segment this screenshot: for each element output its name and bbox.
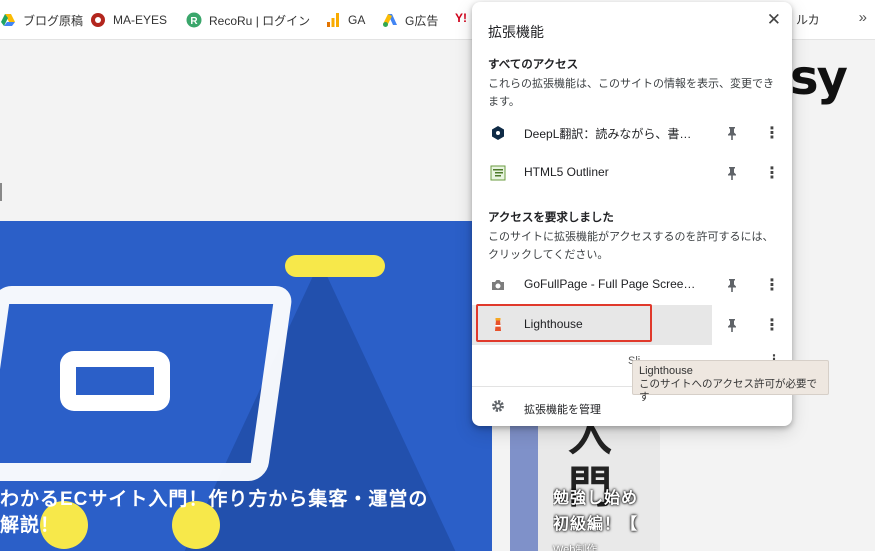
tooltip-text: このサイトへのアクセス許可が必要です (639, 378, 817, 403)
html5-outliner-icon (490, 165, 506, 181)
section-heading-all-access: すべてのアクセス (488, 59, 579, 71)
section-heading-requested-access: アクセスを要求しました (488, 212, 614, 224)
more-options-icon[interactable]: ⋮ (762, 275, 782, 295)
pin-icon[interactable] (724, 317, 740, 333)
more-options-icon[interactable]: ⋮ (762, 163, 782, 183)
hero-article-title[interactable]: わかるECサイト入門！作り方から集客・運営の 解説！ (0, 487, 492, 539)
more-options-icon[interactable]: ⋮ (762, 315, 782, 335)
hero-decoration (285, 255, 385, 277)
bookmark-ga[interactable]: GA (325, 11, 365, 29)
pin-icon[interactable] (724, 125, 740, 141)
section-description: これらの拡張機能は、このサイトの情報を表示、変更できます。 (488, 78, 774, 108)
yahoo-icon[interactable]: Y! (455, 11, 467, 25)
bookmark-google-ads[interactable]: G広告 (382, 11, 438, 29)
hero-title-line: わかるECサイト入門！作り方から集客・運営の (0, 489, 429, 510)
extension-name: GoFullPage - Full Page Scree… (524, 277, 696, 291)
bookmark-blog-draft[interactable]: ブログ原稿 (0, 11, 83, 29)
bookmark-label: ブログ原稿 (23, 13, 84, 28)
camera-icon (490, 277, 506, 293)
recoru-icon: R (186, 12, 202, 28)
bookmarks-overflow-icon[interactable]: » (859, 9, 867, 26)
section-description: このサイトに拡張機能がアクセスするのを許可するには、クリックしてください。 (488, 231, 774, 261)
thumbnail-decoration (510, 410, 538, 551)
extension-name: HTML5 Outliner (524, 165, 609, 179)
bookmark-label: GA (348, 13, 366, 27)
article-card-title[interactable]: 勉強し始め 初級編！【 (553, 486, 668, 538)
more-options-icon[interactable]: ⋮ (762, 123, 782, 143)
bookmark-partial-label[interactable]: ルカ (796, 11, 820, 28)
svg-text:R: R (190, 16, 198, 27)
deepl-icon (490, 125, 506, 141)
card-title-line: 勉強し始め (553, 490, 639, 507)
pin-icon[interactable] (724, 277, 740, 293)
tooltip-title: Lighthouse (639, 365, 693, 377)
ma-eyes-icon (90, 12, 106, 28)
article-category: Web制作 (553, 544, 598, 551)
close-icon[interactable]: ✕ (767, 10, 781, 30)
google-ads-icon (382, 12, 398, 28)
hero-title-line: 解説！ (0, 515, 61, 536)
bookmark-ma-eyes[interactable]: MA-EYES (90, 11, 167, 29)
site-logo[interactable]: sy (790, 50, 848, 106)
extension-name: DeepL翻訳：読みながら、書き… (524, 127, 702, 141)
tooltip: Lighthouse このサイトへのアクセス許可が必要です (632, 360, 829, 403)
manage-extensions-label: 拡張機能を管理 (524, 404, 601, 416)
bookmark-label: RecoRu | ログイン (209, 13, 311, 28)
bookmark-label: G広告 (405, 13, 439, 28)
analytics-icon (325, 12, 341, 28)
text-caret (0, 183, 2, 201)
popup-title: 拡張機能 (488, 24, 544, 40)
bookmark-recoru[interactable]: R RecoRu | ログイン (186, 11, 310, 29)
card-title-line: 初級編！【 (553, 516, 639, 533)
hero-article-card[interactable]: わかるECサイト入門！作り方から集客・運営の 解説！ (0, 221, 492, 551)
extension-row-gofullpage[interactable]: GoFullPage - Full Page Scree… ⋮ (472, 265, 792, 305)
highlight-outline (476, 304, 652, 342)
gear-icon (491, 399, 505, 416)
google-drive-icon (0, 12, 16, 28)
bookmark-label: MA-EYES (113, 13, 168, 27)
cart-illustration (60, 351, 170, 411)
pin-icon[interactable] (724, 165, 740, 181)
extension-row-deepl[interactable]: DeepL翻訳：読みながら、書き… ⋮ (472, 113, 792, 153)
extension-row-html5-outliner[interactable]: HTML5 Outliner ⋮ (472, 153, 792, 193)
